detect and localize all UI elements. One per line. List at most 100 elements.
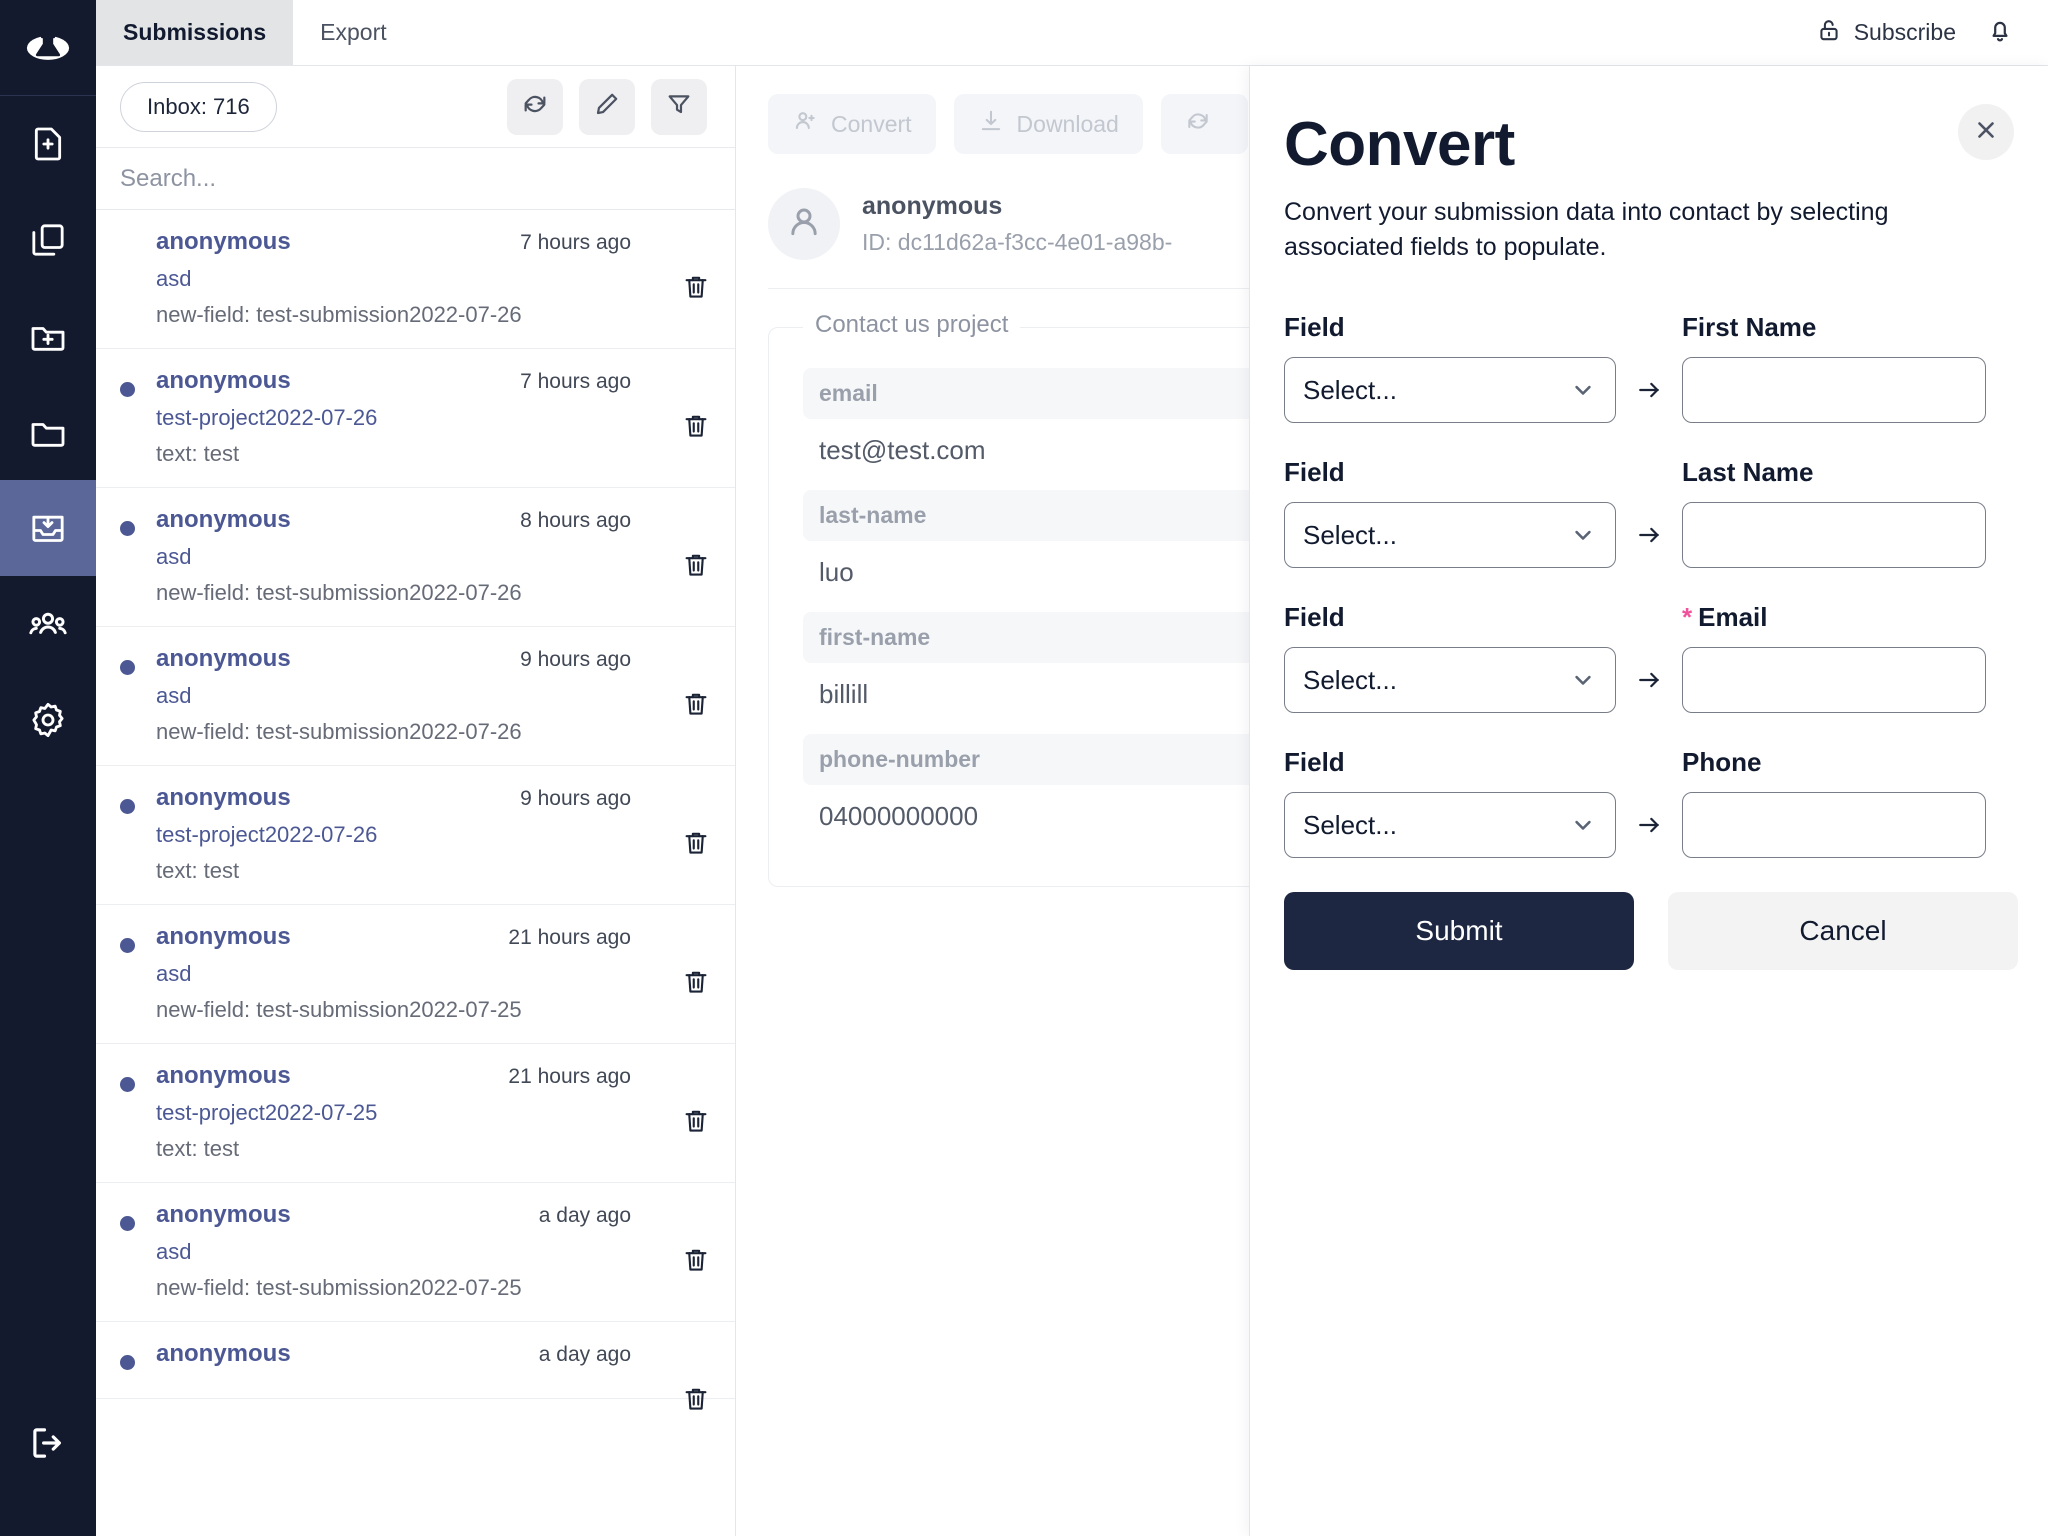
- sidebar-item-files[interactable]: [0, 192, 96, 288]
- delete-button[interactable]: [681, 1245, 711, 1275]
- submission-list-panel: Inbox: 716 Search... anonymous 7 hours a…: [96, 66, 736, 1536]
- tab-export[interactable]: Export: [293, 0, 413, 65]
- logout-button[interactable]: [0, 1408, 96, 1478]
- delete-button[interactable]: [681, 550, 711, 580]
- list-item-time: a day ago: [538, 1343, 631, 1366]
- list-item[interactable]: anonymous 21 hours ago asd new-field: test-…: [96, 905, 735, 1044]
- list-item[interactable]: anonymous 7 hours ago test-project2022-07-…: [96, 349, 735, 488]
- field-select[interactable]: Select...: [1284, 647, 1616, 714]
- list-item-preview: new-field: test-submission2022-07-25: [156, 1275, 522, 1300]
- list-item-project: test-project2022-07-25: [156, 1100, 378, 1125]
- user-avatar-icon: [784, 202, 824, 247]
- target-input[interactable]: [1682, 647, 1986, 714]
- delete-button[interactable]: [681, 272, 711, 302]
- list-item-header: anonymous 21 hours ago: [120, 1062, 711, 1090]
- contact-name: anonymous: [862, 192, 1003, 220]
- inbox-download-icon: [28, 508, 68, 548]
- list-item[interactable]: anonymous 9 hours ago asd new-field: test-s…: [96, 627, 735, 766]
- list-item-time: 7 hours ago: [520, 370, 631, 393]
- tab-submissions[interactable]: Submissions: [96, 0, 294, 65]
- search-input[interactable]: [120, 164, 711, 193]
- list-item-preview: new-field: test-submission2022-07-26: [156, 719, 522, 744]
- flask-logo-icon: [25, 25, 71, 71]
- list-item[interactable]: anonymous 8 hours ago asd new-field: test-s…: [96, 488, 735, 627]
- unread-dot: [120, 799, 135, 814]
- field-select[interactable]: Select...: [1284, 357, 1616, 424]
- target-input[interactable]: [1682, 792, 1986, 859]
- field-select[interactable]: Select...: [1284, 502, 1616, 569]
- list-item[interactable]: anonymous 21 hours ago test-project2022-07…: [96, 1044, 735, 1183]
- list-item-project: asd: [156, 544, 192, 569]
- target-label-text: First Name: [1682, 312, 1817, 343]
- download-button[interactable]: Download: [953, 94, 1143, 154]
- list-item-name: anonymous: [156, 923, 291, 950]
- unread-dot: [120, 1355, 135, 1370]
- sidebar-item-new-folder[interactable]: [0, 288, 96, 384]
- edit-button[interactable]: [579, 78, 635, 135]
- submission-list[interactable]: anonymous 7 hours ago asd new-field: test-s…: [96, 210, 735, 1536]
- list-item-time: 21 hours ago: [508, 1065, 631, 1088]
- target-field-col: * Email: [1682, 602, 1986, 714]
- delete-button[interactable]: [681, 1384, 711, 1414]
- inbox-filter-pill[interactable]: Inbox: 716: [120, 81, 277, 132]
- cancel-button[interactable]: Cancel: [1668, 892, 2018, 971]
- sidebar-nav: [0, 96, 96, 768]
- field-mapping-rows: Field Select... First Name Field Select... La…: [1284, 312, 1986, 859]
- unlock-icon: [1816, 17, 1842, 49]
- refresh-button[interactable]: [507, 78, 563, 135]
- target-input[interactable]: [1682, 502, 1986, 569]
- folder-icon: [28, 412, 68, 452]
- delete-button[interactable]: [681, 1106, 711, 1136]
- folder-plus-icon: [28, 316, 68, 356]
- field-select-value: Select...: [1303, 519, 1397, 550]
- bell-icon: [1986, 16, 2014, 49]
- detail-refresh-button[interactable]: [1160, 94, 1248, 154]
- delete-button[interactable]: [681, 689, 711, 719]
- sidebar-item-submissions[interactable]: [0, 480, 96, 576]
- delete-button[interactable]: [681, 967, 711, 997]
- delete-button[interactable]: [681, 828, 711, 858]
- chevron-down-icon: [1569, 521, 1597, 549]
- download-icon: [978, 108, 1004, 140]
- target-field-col: Phone: [1682, 747, 1986, 859]
- target-field-col: First Name: [1682, 312, 1986, 424]
- field-label: Field: [1284, 457, 1345, 488]
- tab-bar: Submissions Export: [96, 0, 414, 65]
- target-input[interactable]: [1682, 357, 1986, 424]
- field-mapping-row: Field Select... Phone: [1284, 747, 1986, 859]
- subscribe-button[interactable]: Subscribe: [1816, 17, 1956, 49]
- list-item-preview: new-field: test-submission2022-07-26: [156, 580, 522, 605]
- delete-button[interactable]: [681, 411, 711, 441]
- field-mapping-row: Field Select... Last Name: [1284, 457, 1986, 569]
- sidebar-item-contacts[interactable]: [0, 576, 96, 672]
- field-label: Field: [1284, 602, 1345, 633]
- list-item[interactable]: anonymous 9 hours ago test-project2022-07-…: [96, 766, 735, 905]
- sidebar-item-settings[interactable]: [0, 672, 96, 768]
- list-item[interactable]: anonymous 7 hours ago asd new-field: test-s…: [96, 210, 735, 349]
- list-item[interactable]: anonymous a day ago asd new-field: test-sub…: [96, 1183, 735, 1322]
- sidebar-item-folders[interactable]: [0, 384, 96, 480]
- list-tool-buttons: [507, 78, 707, 135]
- list-item-header: anonymous a day ago: [120, 1340, 711, 1368]
- close-button[interactable]: [1958, 104, 2014, 160]
- field-label: Field: [1284, 312, 1345, 343]
- submit-button[interactable]: Submit: [1284, 892, 1634, 971]
- avatar: [768, 188, 840, 260]
- tab-submissions-label: Submissions: [123, 19, 267, 45]
- copy-files-icon: [28, 220, 68, 260]
- sidebar: [0, 0, 96, 1536]
- field-select[interactable]: Select...: [1284, 792, 1616, 859]
- list-item-header: anonymous 8 hours ago: [120, 506, 711, 534]
- source-field-col: Field Select...: [1284, 747, 1616, 859]
- notifications-button[interactable]: [1986, 16, 2014, 49]
- unread-dot: [120, 1077, 135, 1092]
- convert-modal: Convert Convert your submission data int…: [1249, 66, 2048, 1536]
- list-item-header: anonymous a day ago: [120, 1201, 711, 1229]
- filter-button[interactable]: [651, 78, 707, 135]
- list-item-preview: text: test: [156, 441, 240, 466]
- sidebar-item-new-file[interactable]: [0, 96, 96, 192]
- list-item[interactable]: anonymous a day ago: [96, 1322, 735, 1410]
- unread-dot: [120, 382, 135, 397]
- app-logo[interactable]: [0, 0, 96, 96]
- convert-button[interactable]: Convert: [768, 94, 936, 154]
